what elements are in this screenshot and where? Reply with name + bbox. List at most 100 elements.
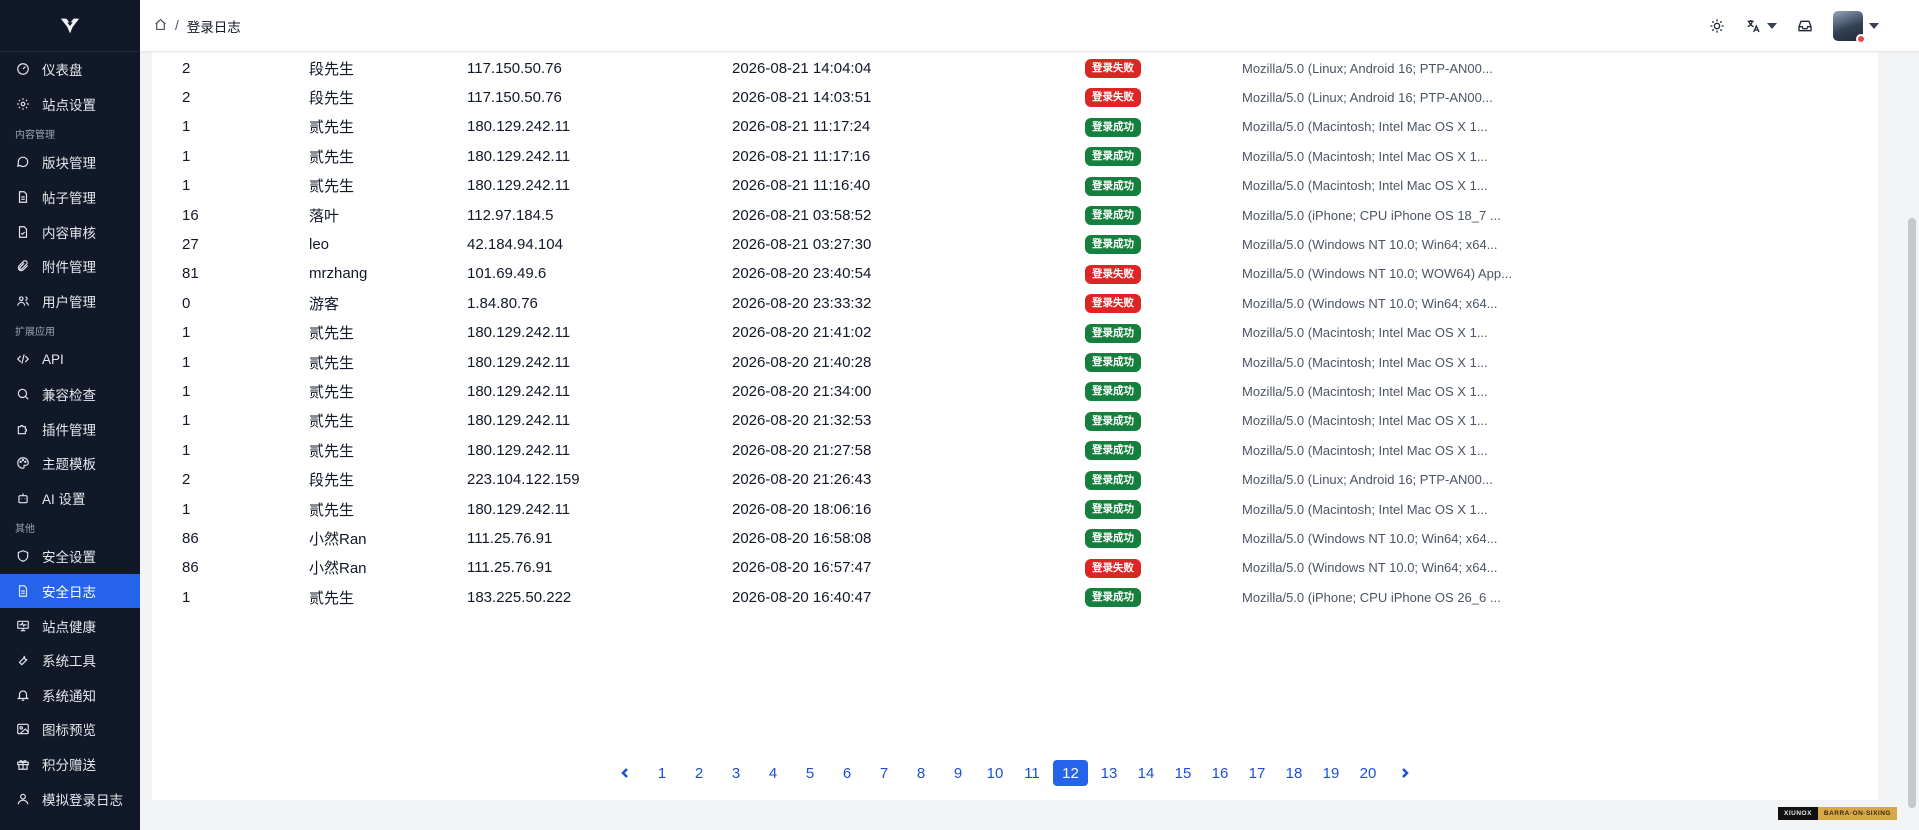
page-button[interactable]: 3 xyxy=(720,760,752,786)
cell-time: 2026-08-20 21:34:00 xyxy=(732,382,872,400)
page-scrollbar[interactable] xyxy=(1905,52,1919,830)
home-icon[interactable] xyxy=(154,18,167,34)
user-menu-button[interactable] xyxy=(1833,11,1879,44)
cell-uid: 16 xyxy=(182,206,199,224)
cell-username: 落叶 xyxy=(309,207,340,225)
cell-time: 2026-08-21 11:16:40 xyxy=(732,177,871,195)
cell-username: 小然Ran xyxy=(309,530,367,548)
page-button[interactable]: 18 xyxy=(1278,760,1310,786)
cell-uid: 1 xyxy=(182,177,191,195)
status-badge: 登录成功 xyxy=(1085,470,1141,490)
sidebar-item[interactable]: 系统工具 xyxy=(0,643,140,678)
table-row[interactable]: 1 贰先生 183.225.50.222 2026-08-20 16:40:47… xyxy=(152,579,1878,615)
cell-user-agent: Mozilla/5.0 (Macintosh; Intel Mac OS X 1… xyxy=(1242,354,1488,370)
cell-time: 2026-08-20 23:40:54 xyxy=(732,265,872,283)
sidebar-item[interactable]: 站点健康 xyxy=(0,608,140,643)
scrollbar-thumb[interactable] xyxy=(1908,218,1916,808)
cell-ip: 111.25.76.91 xyxy=(467,529,553,547)
app-logo[interactable] xyxy=(0,0,140,52)
status-badge: 登录失败 xyxy=(1085,264,1141,284)
cell-uid: 2 xyxy=(182,88,191,106)
sidebar-item[interactable]: 模拟登录日志 xyxy=(0,781,140,816)
sidebar-item[interactable]: AI 设置 xyxy=(0,481,140,516)
sidebar-item[interactable]: 用户管理 xyxy=(0,284,140,319)
sidebar-item[interactable]: 内容审核 xyxy=(0,214,140,249)
sidebar-item[interactable]: 主题模板 xyxy=(0,446,140,481)
page-button[interactable]: 5 xyxy=(794,760,826,786)
page-button[interactable]: 8 xyxy=(905,760,937,786)
sidebar-item[interactable]: 兼容检查 xyxy=(0,377,140,412)
inbox-button[interactable] xyxy=(1797,11,1813,41)
language-button[interactable] xyxy=(1745,11,1777,41)
sidebar-item[interactable]: 附件管理 xyxy=(0,249,140,284)
sidebar-item[interactable]: 安全设置 xyxy=(0,539,140,574)
sidebar-item[interactable]: API xyxy=(0,342,140,377)
cell-time: 2026-08-21 11:17:16 xyxy=(732,147,871,165)
cell-username: 贰先生 xyxy=(309,442,355,460)
sidebar-item-label: 版块管理 xyxy=(42,156,96,172)
sidebar-item[interactable]: 系统通知 xyxy=(0,678,140,713)
page-button[interactable]: 1 xyxy=(646,760,678,786)
sidebar-item[interactable]: 插件管理 xyxy=(0,411,140,446)
page-button[interactable]: 7 xyxy=(868,760,900,786)
cell-ip: 180.129.242.11 xyxy=(467,118,571,136)
cell-ip: 180.129.242.11 xyxy=(467,382,571,400)
page-button[interactable]: 9 xyxy=(942,760,974,786)
cell-time: 2026-08-20 21:32:53 xyxy=(732,412,872,430)
cell-time: 2026-08-20 18:06:16 xyxy=(732,500,872,518)
sidebar-item[interactable]: 积分赠送 xyxy=(0,747,140,782)
cell-username: 贰先生 xyxy=(309,354,355,372)
paperclip-icon xyxy=(16,259,30,273)
cell-ip: 117.150.50.76 xyxy=(467,88,562,106)
cell-username: 游客 xyxy=(309,295,340,313)
page-button[interactable]: 4 xyxy=(757,760,789,786)
page-button[interactable]: 20 xyxy=(1352,760,1384,786)
status-badge: 登录失败 xyxy=(1085,558,1141,578)
cell-time: 2026-08-21 03:58:52 xyxy=(732,206,872,224)
cell-username: 贰先生 xyxy=(309,178,355,196)
puzzle-icon xyxy=(16,422,30,436)
page-button[interactable]: 16 xyxy=(1204,760,1236,786)
page-button[interactable]: 10 xyxy=(979,760,1011,786)
status-badge: 登录成功 xyxy=(1085,529,1141,549)
status-badge: 登录成功 xyxy=(1085,176,1141,196)
cell-time: 2026-08-21 14:04:04 xyxy=(732,59,872,77)
sidebar-item-label: 主题模板 xyxy=(42,457,96,473)
breadcrumb: / 登录日志 xyxy=(154,16,241,36)
page-button[interactable]: 2 xyxy=(683,760,715,786)
page-button[interactable]: 15 xyxy=(1167,760,1199,786)
code-icon xyxy=(16,352,30,366)
sidebar-item[interactable]: 安全日志 xyxy=(0,573,140,609)
next-page-button[interactable] xyxy=(1389,760,1421,786)
cell-ip: 180.129.242.11 xyxy=(467,177,571,195)
sidebar-item[interactable]: 站点设置 xyxy=(0,87,140,122)
prev-page-button[interactable] xyxy=(609,760,641,786)
cell-ip: 117.150.50.76 xyxy=(467,59,562,77)
theme-toggle-button[interactable] xyxy=(1709,11,1725,41)
wrench-icon xyxy=(16,653,30,667)
cell-user-agent: Mozilla/5.0 (Macintosh; Intel Mac OS X 1… xyxy=(1242,442,1488,458)
status-badge: 登录成功 xyxy=(1085,441,1141,461)
page-button[interactable]: 17 xyxy=(1241,760,1273,786)
palette-icon xyxy=(16,456,30,470)
status-badge: 登录成功 xyxy=(1085,382,1141,402)
logo-icon xyxy=(60,18,80,33)
cell-uid: 86 xyxy=(182,559,199,577)
cell-uid: 1 xyxy=(182,324,191,342)
page-button[interactable]: 6 xyxy=(831,760,863,786)
sidebar-item[interactable]: 版块管理 xyxy=(0,145,140,180)
page-button[interactable]: 13 xyxy=(1093,760,1125,786)
sidebar-item[interactable]: 图标预览 xyxy=(0,712,140,747)
status-badge: 登录成功 xyxy=(1085,206,1141,225)
page-button[interactable]: 12 xyxy=(1053,760,1088,786)
translate-icon xyxy=(1747,20,1760,33)
page-button[interactable]: 19 xyxy=(1315,760,1347,786)
cell-username: 贰先生 xyxy=(309,501,355,519)
cell-ip: 101.69.49.6 xyxy=(467,265,547,283)
page-button[interactable]: 14 xyxy=(1130,760,1162,786)
sidebar: 仪表盘 站点设置 内容管理 版块管理 帖子管理 内容审核 附件管理 用户管理 扩… xyxy=(0,0,140,830)
sidebar-item[interactable]: 帖子管理 xyxy=(0,180,140,215)
sidebar-item[interactable]: 仪表盘 xyxy=(0,52,140,87)
page-button[interactable]: 11 xyxy=(1016,760,1048,786)
shield-icon xyxy=(16,549,30,563)
